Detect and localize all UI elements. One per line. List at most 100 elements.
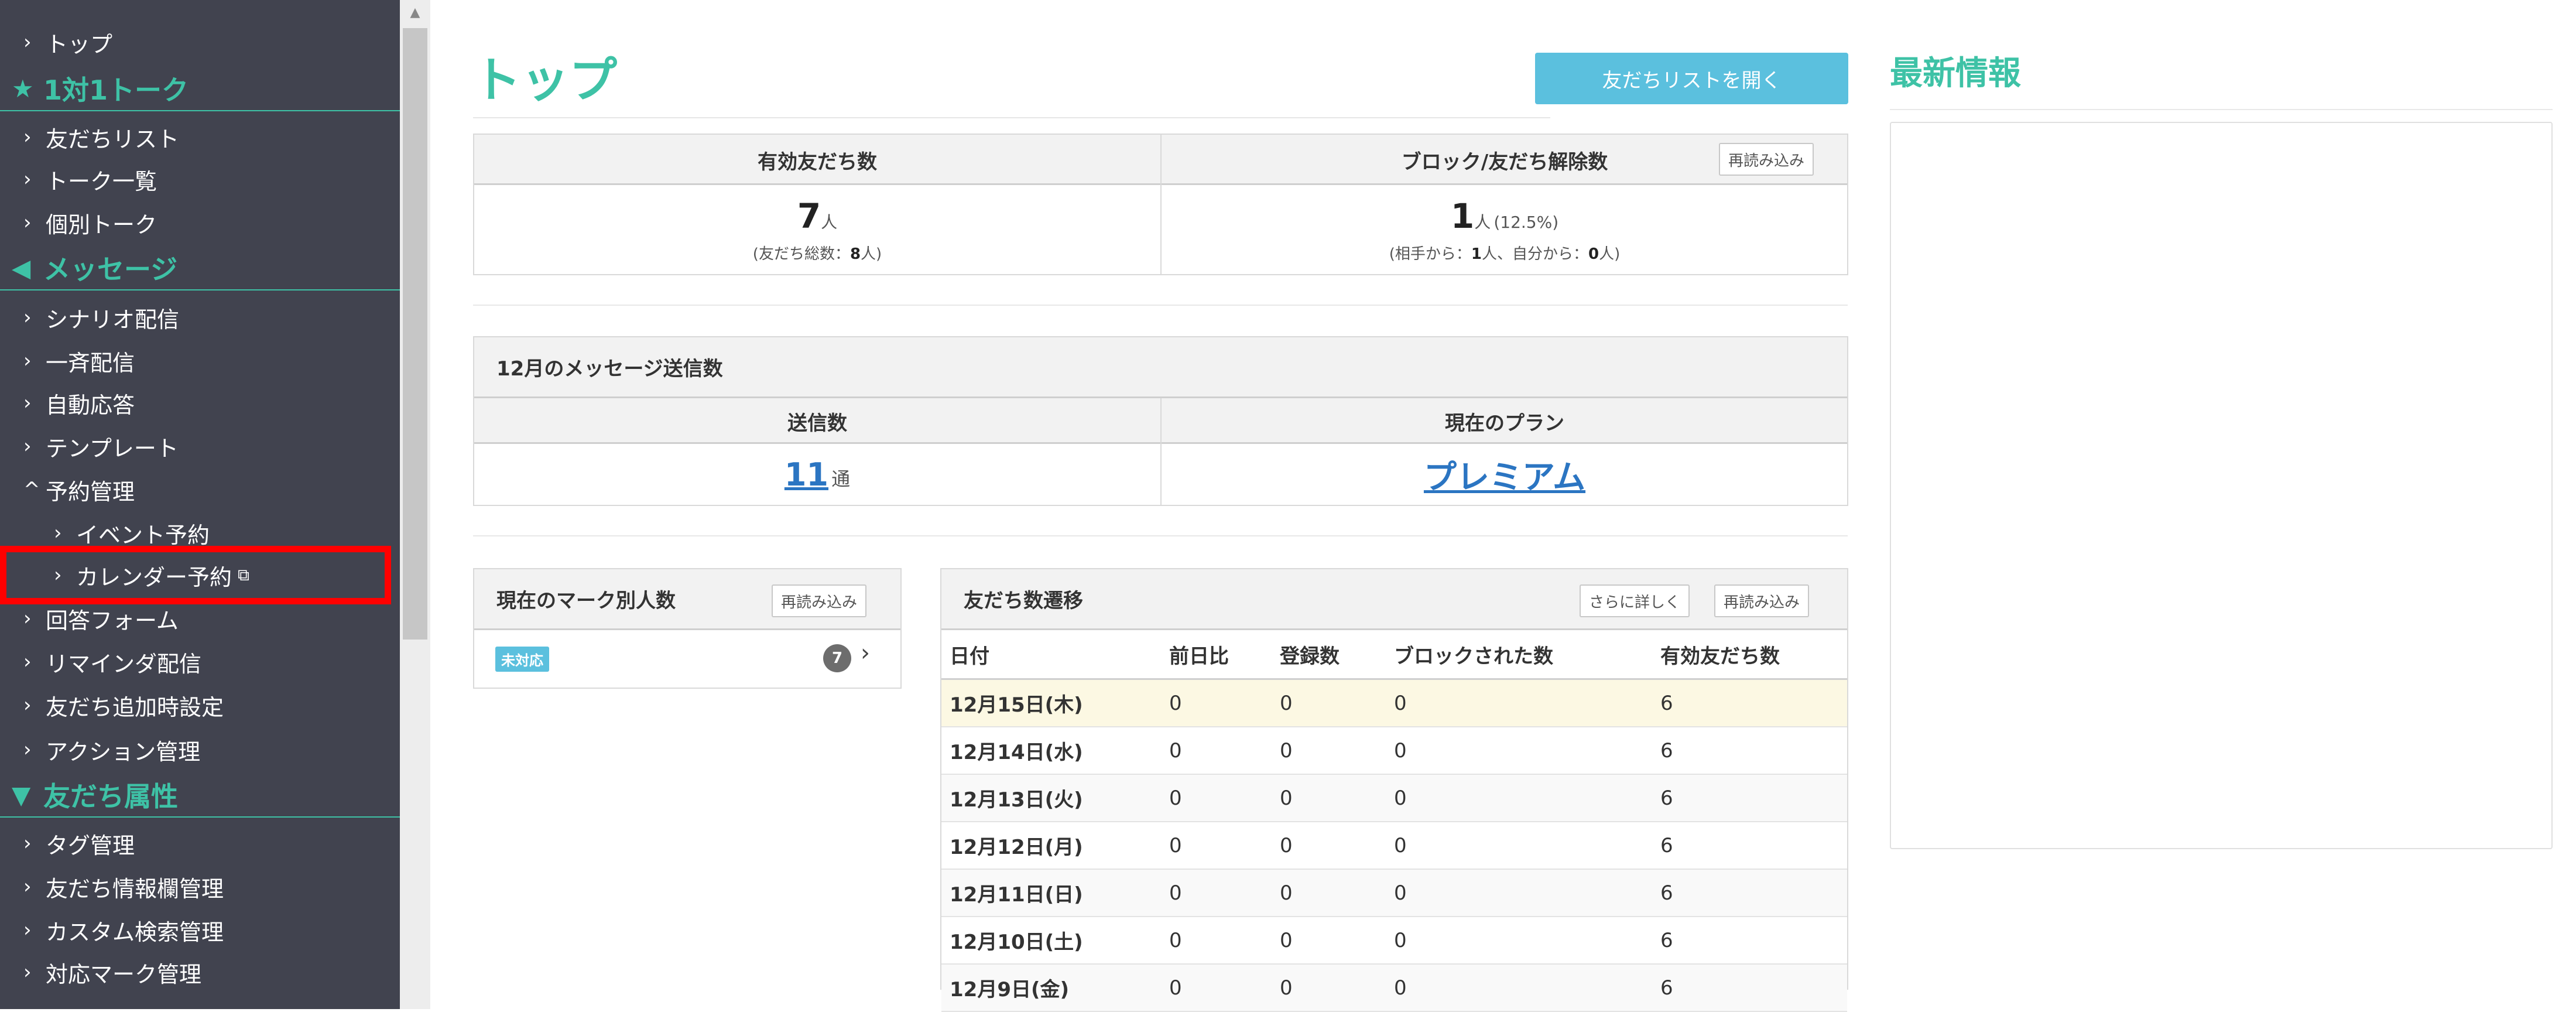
news-title: 最新情報	[1890, 54, 2021, 93]
chevron-right-icon: ›	[23, 960, 32, 984]
chevron-right-icon: ›	[54, 521, 62, 545]
column-header: 前日比	[1161, 630, 1272, 680]
trend-panel-title: 友だち数遷移	[941, 569, 1847, 630]
valid-friends-cell: 6	[1652, 964, 1847, 1012]
sidebar-item-friend-add-settings[interactable]: › 友だち追加時設定	[0, 684, 400, 726]
total-friends-note: (友だち総数：8人)	[753, 242, 882, 264]
sidebar-item-action[interactable]: › アクション管理	[0, 729, 400, 771]
sidebar-item-label: 友だちリスト	[46, 126, 180, 152]
day-change-cell: 0	[1161, 727, 1272, 775]
date-cell: 12月10日(土)	[941, 917, 1161, 965]
registered-cell: 0	[1272, 727, 1386, 775]
sidebar-item-template[interactable]: › テンプレート	[0, 425, 400, 467]
chevron-right-icon: ›	[23, 306, 32, 329]
unit-label: 人	[1474, 212, 1491, 232]
reload-block-button[interactable]: 再読み込み	[1719, 143, 1814, 176]
block-breakdown-note: (相手から：1人、自分から：0人)	[1389, 242, 1621, 264]
table-header-row: 日付 前日比 登録数 ブロックされた数 有効友だち数	[941, 630, 1847, 680]
chevron-right-icon: ›	[23, 875, 32, 898]
sidebar-item-tags[interactable]: › タグ管理	[0, 822, 400, 864]
sidebar-item-label: 友だち追加時設定	[46, 694, 224, 720]
note-text: 人)	[1599, 245, 1621, 263]
sidebar-item-answer-form[interactable]: › 回答フォーム	[0, 597, 400, 640]
sidebar-item-label: 一斉配信	[46, 350, 135, 376]
sidebar-item-top[interactable]: › トップ	[0, 21, 400, 63]
registered-cell: 0	[1272, 964, 1386, 1012]
chevron-right-icon: ›	[23, 918, 32, 942]
block-from-self-count: 0	[1588, 245, 1599, 263]
current-plan-cell: プレミアム	[1162, 444, 1848, 505]
chevron-right-icon: ›	[23, 211, 32, 234]
more-detail-button[interactable]: さらに詳しく	[1580, 584, 1690, 617]
table-row: 12月12日(月) 0 0 0 6	[941, 822, 1847, 870]
blocked-cell: 0	[1386, 727, 1652, 775]
sidebar-item-custom-search[interactable]: › カスタム検索管理	[0, 909, 400, 951]
sidebar-item-label: 友だち情報欄管理	[46, 876, 224, 902]
sidebar-section-friend-attributes: ▼ 友だち属性	[0, 773, 400, 818]
registered-cell: 0	[1272, 679, 1386, 727]
sent-count-link[interactable]: 11	[785, 456, 828, 493]
column-header: 有効友だち数	[1652, 630, 1847, 680]
marks-panel: 現在のマーク別人数 再読み込み 未対応 7 ›	[473, 568, 902, 689]
sidebar-item-reminder[interactable]: › リマインダ配信	[0, 641, 400, 683]
sidebar-item-label: トーク一覧	[46, 168, 157, 194]
reload-marks-button[interactable]: 再読み込み	[772, 584, 867, 617]
sent-count-header: 送信数	[787, 411, 847, 435]
column-header: 登録数	[1272, 630, 1386, 680]
sidebar-item-friend-info-fields[interactable]: › 友だち情報欄管理	[0, 866, 400, 908]
valid-friends-cell: 6	[1652, 869, 1847, 917]
sidebar-item-broadcast[interactable]: › 一斉配信	[0, 340, 400, 382]
sidebar-section-one-on-one: ★ 1対1トーク	[0, 67, 400, 111]
table-row: 12月9日(金) 0 0 0 6	[941, 964, 1847, 1012]
sidebar-item-label: アクション管理	[46, 739, 201, 765]
note-text: 人、自分から：	[1481, 245, 1588, 263]
news-divider	[1890, 109, 2553, 110]
date-cell: 12月9日(金)	[941, 964, 1161, 1012]
scrollbar-thumb[interactable]	[403, 28, 427, 640]
total-friends-count: 8	[849, 245, 861, 263]
sidebar-item-label: テンプレート	[46, 435, 179, 461]
sidebar-item-individual-talk[interactable]: › 個別トーク	[0, 201, 400, 244]
page-title: トップ	[473, 53, 618, 108]
news-feed-panel[interactable]	[1890, 122, 2553, 849]
chevron-right-icon[interactable]: ›	[861, 640, 870, 666]
sidebar-item-friend-list[interactable]: › 友だちリスト	[0, 116, 400, 158]
current-plan-link[interactable]: プレミアム	[1424, 451, 1585, 498]
blocked-cell: 0	[1386, 822, 1652, 870]
sidebar-item-label: 対応マーク管理	[46, 961, 202, 987]
sidebar: › トップ ★ 1対1トーク › 友だちリスト › トーク一覧 › 個別トーク …	[0, 0, 400, 1009]
valid-friends-cell: 6	[1652, 679, 1847, 727]
sidebar-item-auto-reply[interactable]: › 自動応答	[0, 382, 400, 424]
day-change-cell: 0	[1161, 964, 1272, 1012]
sidebar-item-label: タグ管理	[46, 832, 135, 859]
open-friend-list-button[interactable]: 友だちリストを開く	[1535, 53, 1848, 104]
column-header: ブロックされた数	[1386, 630, 1652, 680]
date-cell: 12月15日(木)	[941, 679, 1161, 727]
registered-cell: 0	[1272, 774, 1386, 822]
day-change-cell: 0	[1161, 774, 1272, 822]
sidebar-item-reservation[interactable]: ^ 予約管理	[0, 469, 400, 511]
date-cell: 12月13日(火)	[941, 774, 1161, 822]
status-badge[interactable]: 未対応	[495, 647, 549, 672]
column-header: 日付	[941, 630, 1161, 680]
sidebar-item-talk-list[interactable]: › トーク一覧	[0, 158, 400, 200]
day-change-cell: 0	[1161, 869, 1272, 917]
date-cell: 12月14日(水)	[941, 727, 1161, 775]
valid-friends-cell: 7人 (友だち総数：8人)	[474, 185, 1160, 274]
chevron-right-icon: ›	[23, 693, 32, 717]
scroll-up-arrow-icon[interactable]: ▲	[400, 1, 430, 25]
table-row: 12月14日(水) 0 0 0 6	[941, 727, 1847, 775]
sidebar-section-label: 友だち属性	[43, 781, 178, 812]
blocked-cell: 0	[1386, 869, 1652, 917]
registered-cell: 0	[1272, 917, 1386, 965]
blocked-cell: 0	[1386, 679, 1652, 727]
section-divider	[473, 305, 1848, 306]
sidebar-item-marks[interactable]: › 対応マーク管理	[0, 951, 400, 993]
megaphone-icon: ◀	[12, 253, 31, 282]
registered-cell: 0	[1272, 869, 1386, 917]
chevron-right-icon: ›	[23, 435, 32, 458]
reload-trend-button[interactable]: 再読み込み	[1714, 584, 1810, 617]
sidebar-item-scenario[interactable]: › シナリオ配信	[0, 296, 400, 339]
block-from-other-count: 1	[1471, 245, 1482, 263]
friend-stats-panel: 有効友だち数 ブロック/友だち解除数 再読み込み 7人 (友だち総数：8人) 1…	[473, 134, 1848, 275]
